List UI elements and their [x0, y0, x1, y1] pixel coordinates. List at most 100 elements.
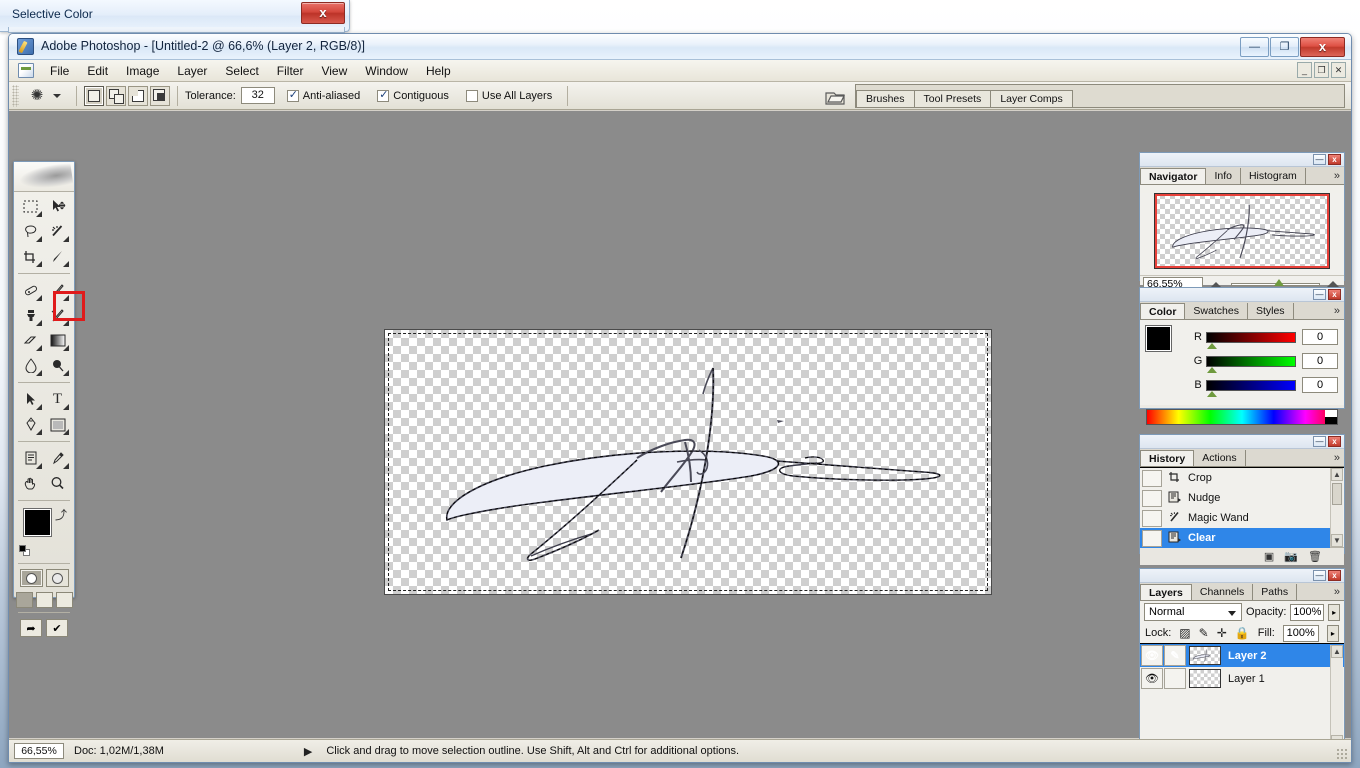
tool-move[interactable] — [44, 194, 71, 219]
menu-help[interactable]: Help — [417, 61, 460, 81]
standard-screen-mode-button[interactable] — [15, 592, 33, 608]
history-row-clear[interactable]: Clear — [1140, 528, 1330, 548]
color-more-icon[interactable]: » — [1334, 305, 1340, 317]
tool-eraser[interactable] — [17, 328, 44, 353]
color-slider-g[interactable] — [1206, 355, 1296, 373]
color-slider-r[interactable] — [1206, 331, 1296, 349]
tool-gradient[interactable] — [44, 328, 71, 353]
lock-all-icon[interactable]: 🔒 — [1235, 626, 1250, 640]
check-mark-icon[interactable]: ✔ — [46, 619, 68, 637]
status-expand-icon[interactable]: ▶ — [304, 745, 312, 758]
add-to-selection-button[interactable] — [106, 85, 126, 106]
create-document-from-state-icon[interactable]: ▣ — [1264, 550, 1274, 563]
tool-preset-chevron-down-icon[interactable] — [53, 93, 61, 98]
status-zoom-input[interactable]: 66,55% — [14, 743, 64, 759]
opacity-input[interactable]: 100% — [1290, 603, 1325, 621]
history-state-checkbox[interactable] — [1142, 489, 1162, 507]
history-scrollbar[interactable]: ▲ ▼ — [1330, 468, 1343, 547]
status-resize-grip[interactable] — [1336, 748, 1348, 760]
tool-notes[interactable] — [17, 446, 44, 471]
menu-view[interactable]: View — [312, 61, 356, 81]
options-bar-grip[interactable] — [12, 84, 19, 107]
layer-brush-icon[interactable]: ✎ — [1164, 645, 1186, 666]
navigator-more-icon[interactable]: » — [1334, 170, 1340, 182]
jump-to-imageready-icon[interactable]: ➦ — [20, 619, 42, 637]
anti-aliased-checkbox-box[interactable] — [286, 88, 299, 102]
tolerance-input[interactable]: 32 — [240, 87, 275, 104]
document-window[interactable] — [384, 329, 992, 595]
history-minimize-button[interactable]: — — [1313, 436, 1326, 447]
tab-swatches[interactable]: Swatches — [1185, 303, 1248, 319]
selective-color-close-button[interactable]: x — [301, 2, 345, 24]
tab-color[interactable]: Color — [1140, 303, 1186, 319]
layer-thumbnail[interactable] — [1189, 646, 1221, 665]
menu-edit[interactable]: Edit — [78, 61, 117, 81]
history-state-checkbox[interactable] — [1142, 529, 1162, 547]
fill-input[interactable]: 100% — [1282, 624, 1319, 642]
tab-history[interactable]: History — [1140, 450, 1195, 466]
intersect-with-selection-button[interactable] — [150, 85, 170, 106]
layer-link-cell[interactable] — [1164, 668, 1186, 689]
navigator-close-button[interactable]: x — [1328, 154, 1341, 165]
menu-window[interactable]: Window — [356, 61, 417, 81]
foreground-color-swatch[interactable] — [23, 508, 52, 537]
mdi-minimize-button[interactable]: _ — [1297, 62, 1312, 78]
scroll-up-icon[interactable]: ▲ — [1331, 645, 1343, 658]
document-canvas[interactable] — [385, 330, 991, 594]
color-spectrum-ramp[interactable] — [1146, 409, 1338, 425]
tool-zoom[interactable] — [44, 471, 71, 496]
menu-select[interactable]: Select — [216, 61, 267, 81]
history-row-crop[interactable]: Crop — [1140, 468, 1330, 488]
history-state-checkbox[interactable] — [1142, 469, 1162, 487]
history-more-icon[interactable]: » — [1334, 452, 1340, 464]
tool-dodge[interactable] — [44, 353, 71, 378]
standard-mode-button[interactable] — [19, 569, 43, 587]
layer-row-layer-1[interactable]: 👁 Layer 1 — [1140, 667, 1344, 690]
tool-eyedropper[interactable] — [44, 446, 71, 471]
color-minimize-button[interactable]: — — [1313, 289, 1326, 300]
mdi-close-button[interactable]: ✕ — [1331, 62, 1346, 78]
tool-rectangular-marquee[interactable] — [17, 194, 44, 219]
maximize-button[interactable]: ❐ — [1270, 37, 1299, 57]
tool-crop[interactable] — [17, 244, 44, 269]
full-screen-menubar-button[interactable] — [35, 592, 53, 608]
window-titlebar[interactable]: Adobe Photoshop - [Untitled-2 @ 66,6% (L… — [9, 34, 1351, 60]
menu-filter[interactable]: Filter — [268, 61, 313, 81]
color-value-b[interactable]: 0 — [1302, 377, 1338, 393]
color-panel-foreground-swatch[interactable] — [1145, 325, 1172, 352]
navigator-view-box[interactable] — [1155, 194, 1329, 268]
layer-thumbnail[interactable] — [1189, 669, 1221, 688]
tool-type[interactable]: T — [44, 387, 71, 412]
lock-position-icon[interactable]: ✛ — [1217, 626, 1227, 640]
contiguous-checkbox[interactable]: Contiguous — [377, 88, 454, 102]
tool-brush[interactable] — [44, 278, 71, 303]
tab-layers[interactable]: Layers — [1140, 584, 1192, 600]
palette-tab-layer-comps[interactable]: Layer Comps — [990, 90, 1073, 107]
tool-slice[interactable] — [44, 244, 71, 269]
history-row-nudge[interactable]: Nudge — [1140, 488, 1330, 508]
tool-magic-wand[interactable] — [44, 219, 71, 244]
file-browser-icon[interactable] — [824, 86, 846, 106]
tab-histogram[interactable]: Histogram — [1240, 168, 1306, 184]
navigator-minimize-button[interactable]: — — [1313, 154, 1326, 165]
layers-minimize-button[interactable]: — — [1313, 570, 1326, 581]
layers-scrollbar[interactable]: ▲ ▼ — [1330, 645, 1343, 748]
tool-healing-brush[interactable] — [17, 278, 44, 303]
navigator-thumbnail[interactable] — [1154, 193, 1330, 269]
history-panel-titlebar[interactable]: — x — [1140, 435, 1344, 449]
tab-info[interactable]: Info — [1206, 168, 1241, 184]
subtract-from-selection-button[interactable] — [128, 85, 148, 106]
scroll-thumb[interactable] — [1332, 483, 1342, 505]
tool-lasso[interactable] — [17, 219, 44, 244]
close-button[interactable]: x — [1300, 37, 1345, 57]
color-panel-titlebar[interactable]: — x — [1140, 288, 1344, 302]
magic-wand-icon[interactable]: ✺ — [25, 85, 49, 107]
scroll-up-icon[interactable]: ▲ — [1331, 468, 1343, 481]
tab-styles[interactable]: Styles — [1247, 303, 1294, 319]
menu-image[interactable]: Image — [117, 61, 168, 81]
color-close-button[interactable]: x — [1328, 289, 1341, 300]
color-panel-fg-bg-swatches[interactable] — [1145, 325, 1186, 366]
palette-tab-brushes[interactable]: Brushes — [856, 90, 915, 107]
color-slider-b[interactable] — [1206, 379, 1296, 397]
default-colors-icon[interactable] — [19, 545, 31, 557]
